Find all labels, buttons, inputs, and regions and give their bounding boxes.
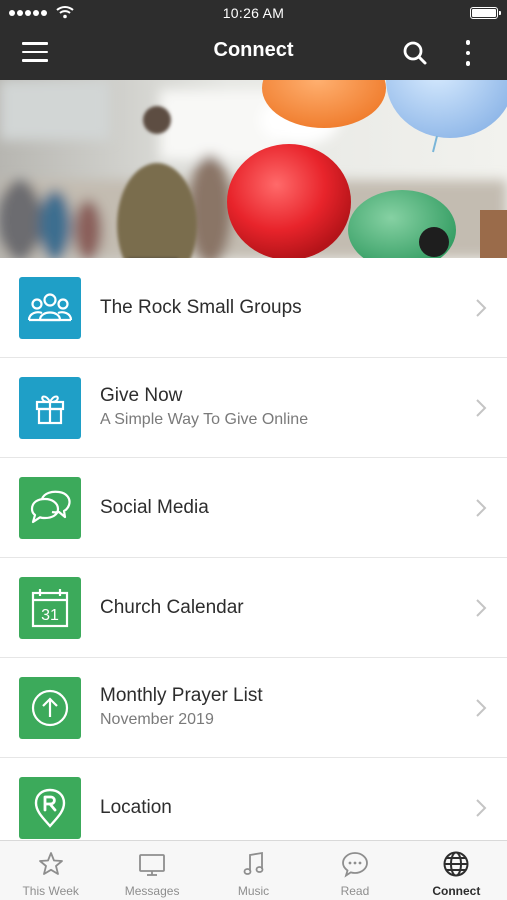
location-pin-icon [19, 777, 81, 839]
list-item-subtitle: A Simple Way To Give Online [100, 411, 309, 428]
calendar-day: 31 [41, 607, 59, 624]
hero-photo [0, 80, 507, 258]
list-item-social-media[interactable]: Social Media [0, 458, 507, 558]
chevron-right-icon [476, 499, 487, 517]
tab-label: Music [237, 884, 270, 898]
tab-label: This Week [22, 884, 79, 898]
gift-icon [19, 377, 81, 439]
list-item-small-groups[interactable]: The Rock Small Groups [0, 258, 507, 358]
bottom-tab-bar: This Week Messages Music Read Connect [0, 840, 507, 900]
people-group-icon [19, 277, 81, 339]
list-item-subtitle: November 2019 [100, 711, 214, 728]
tab-label: Connect [432, 884, 481, 898]
tv-icon [139, 854, 166, 876]
list-item-title: Monthly Prayer List [100, 685, 263, 706]
more-options-button[interactable] [456, 36, 480, 70]
list-item-give-now[interactable]: Give Now A Simple Way To Give Online [0, 358, 507, 458]
tab-music[interactable]: Music [203, 841, 304, 900]
page-title: Connect [213, 39, 294, 61]
list-item-title: The Rock Small Groups [100, 296, 302, 318]
status-time: 10:26 AM [222, 5, 285, 21]
tab-this-week[interactable]: This Week [0, 841, 101, 900]
calendar-icon: 31 [19, 577, 81, 639]
tab-connect[interactable]: Connect [406, 841, 507, 900]
status-bar: 10:26 AM [0, 0, 507, 26]
music-note-icon [243, 851, 263, 875]
list-item-title: Church Calendar [100, 596, 244, 618]
chevron-right-icon [476, 399, 487, 417]
chevron-right-icon [476, 699, 487, 717]
app-bar: Connect [0, 26, 507, 80]
globe-icon [443, 851, 469, 877]
chevron-right-icon [476, 599, 487, 617]
hero-image [0, 80, 507, 258]
chat-bubbles-icon [19, 477, 81, 539]
list-item-church-calendar[interactable]: 31 Church Calendar [0, 558, 507, 658]
list-item-prayer-list[interactable]: Monthly Prayer List November 2019 [0, 658, 507, 758]
search-icon[interactable] [400, 38, 430, 68]
list-item-title: Give Now [100, 385, 183, 406]
list-item-title: Location [100, 796, 172, 818]
menu-list: The Rock Small Groups Give Now A Simple … [0, 258, 507, 858]
up-arrow-circle-icon [19, 677, 81, 739]
list-item-title: Social Media [100, 496, 209, 518]
chevron-right-icon [476, 799, 487, 817]
chevron-right-icon [476, 299, 487, 317]
tab-messages[interactable]: Messages [101, 841, 202, 900]
chat-dots-icon [342, 852, 368, 878]
tab-label: Read [340, 884, 370, 898]
top-bar: 10:26 AM Connect [0, 0, 507, 80]
star-icon [38, 852, 63, 875]
tab-read[interactable]: Read [304, 841, 405, 900]
tab-label: Messages [124, 884, 180, 898]
battery-icon [470, 7, 501, 19]
